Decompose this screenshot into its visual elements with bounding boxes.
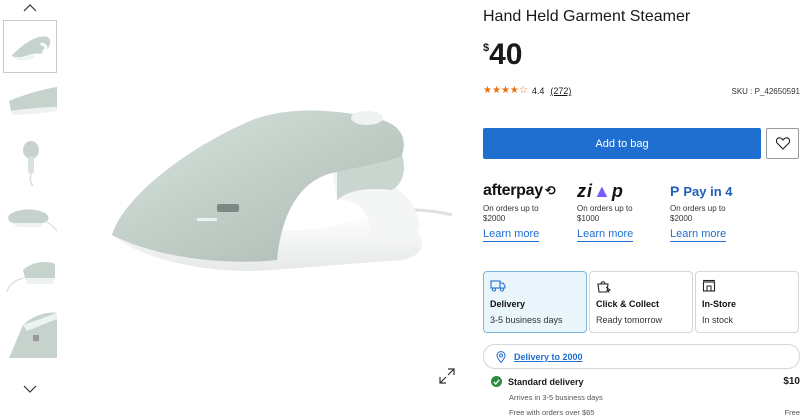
learn-more-link[interactable]: Learn more (483, 228, 540, 242)
expand-icon[interactable] (438, 367, 456, 385)
zip-logo: zi ▲ p (577, 180, 624, 201)
star-icon: ★ (509, 85, 519, 96)
product-price: $40 (483, 40, 523, 70)
fulfilment-option-click-collect[interactable]: Click & Collect Ready tomorrow (589, 271, 693, 333)
delivery-price: $10 (783, 376, 800, 387)
payment-option-afterpay: afterpay ⟲ On orders up to $2000 Learn mo… (483, 180, 578, 242)
product-title: Hand Held Garment Steamer (483, 8, 691, 25)
product-info-panel: Hand Held Garment Steamer $40 ★ ★ ★ ★ ☆ … (483, 0, 800, 419)
garment-steamer-image (112, 110, 453, 271)
truck-icon (490, 279, 580, 293)
payment-desc: On orders up to $2000 (670, 204, 726, 223)
star-icon: ★ (483, 85, 492, 96)
fulfilment-title: In-Store (702, 299, 737, 309)
sku-text: SKU : P_42650591 (731, 87, 800, 96)
delivery-location[interactable]: Delivery to 2000 (483, 344, 800, 369)
click-collect-icon (596, 279, 686, 293)
thumbnail-4[interactable] (3, 191, 57, 244)
price-amount: 40 (489, 38, 523, 71)
payment-option-zip: zi ▲ p On orders up to $1000 Learn more (577, 180, 672, 242)
product-image (62, 0, 464, 400)
free-delivery-label: Free (784, 408, 800, 417)
standard-delivery: Standard delivery $10 Arrives in 3-5 bus… (491, 376, 800, 417)
star-icon: ★ (500, 85, 510, 96)
wishlist-button[interactable] (766, 128, 799, 159)
thumbnail-rail (0, 0, 60, 419)
payment-desc: On orders up to $2000 (483, 204, 539, 223)
afterpay-logo: afterpay ⟲ (483, 182, 556, 199)
fulfilment-title: Click & Collect (596, 299, 660, 309)
thumbnail-3[interactable] (3, 134, 57, 187)
currency-symbol: $ (483, 42, 490, 54)
heart-icon (775, 137, 790, 150)
thumbnail-6[interactable] (3, 305, 57, 358)
rating: ★ ★ ★ ★ ☆ 4.4 (272) (483, 86, 571, 97)
fulfilment-subtitle: In stock (702, 315, 734, 325)
thumbnail-5[interactable] (3, 248, 57, 301)
star-icon: ★ (491, 85, 501, 96)
chevron-up-icon[interactable] (22, 2, 38, 14)
chevron-down-icon[interactable] (22, 383, 38, 395)
fulfilment-title: Delivery (490, 299, 526, 309)
location-pin-icon (496, 350, 506, 363)
fulfilment-subtitle: 3-5 business days (490, 315, 563, 325)
add-to-bag-button[interactable]: Add to bag (483, 128, 761, 159)
free-delivery-note: Free with orders over $65 (509, 408, 595, 417)
fulfilment-subtitle: Ready tomorrow (596, 315, 663, 325)
thumbnail-1[interactable] (3, 20, 57, 73)
paypal-logo: P Pay in 4 (670, 183, 733, 199)
fulfilment-option-delivery[interactable]: Delivery 3-5 business days (483, 271, 587, 333)
learn-more-link[interactable]: Learn more (577, 228, 634, 242)
store-icon (702, 279, 792, 293)
star-half-icon: ☆ (518, 85, 528, 96)
learn-more-link[interactable]: Learn more (670, 228, 727, 242)
rating-value: 4.4 (531, 86, 545, 96)
check-icon (491, 376, 502, 387)
delivery-to-link[interactable]: Delivery to 2000 (514, 352, 583, 362)
delivery-method-name: Standard delivery (508, 376, 584, 387)
thumbnail-2[interactable] (3, 77, 57, 130)
fulfilment-option-in-store[interactable]: In-Store In stock (695, 271, 799, 333)
review-count-link[interactable]: (272) (550, 86, 571, 96)
payment-option-paypal: P Pay in 4 On orders up to $2000 Learn mo… (670, 180, 765, 242)
payment-desc: On orders up to $1000 (577, 204, 633, 223)
delivery-eta: Arrives in 3-5 business days (509, 393, 603, 402)
star-rating: ★ ★ ★ ★ ☆ (483, 86, 528, 96)
